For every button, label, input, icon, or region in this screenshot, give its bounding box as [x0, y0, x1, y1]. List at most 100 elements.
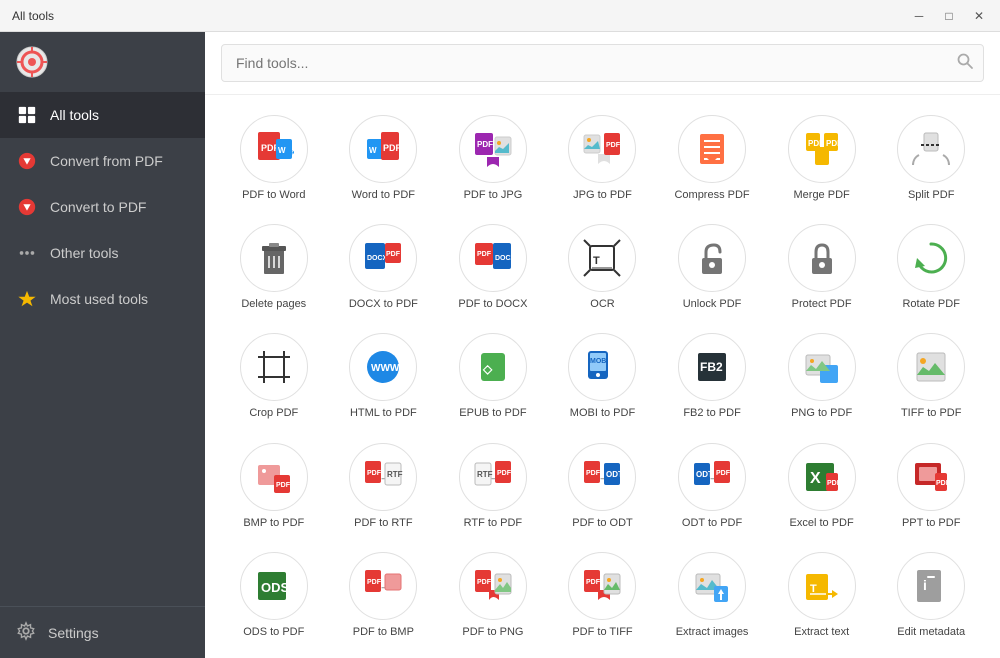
tool-label-docx-to-pdf: DOCX to PDF — [349, 298, 418, 311]
search-wrapper — [221, 44, 984, 82]
tool-item-protect-pdf[interactable]: Protect PDF — [769, 214, 875, 319]
sidebar-item-convert-to-pdf[interactable]: Convert to PDF — [0, 184, 205, 230]
sidebar-item-convert-to-pdf-label: Convert to PDF — [50, 199, 146, 215]
tool-item-tiff-to-pdf[interactable]: TIFF to PDF — [878, 323, 984, 428]
svg-text:PDF: PDF — [477, 579, 492, 586]
sidebar-item-convert-from-pdf[interactable]: Convert from PDF — [0, 138, 205, 184]
sidebar-settings-label: Settings — [48, 625, 99, 641]
tool-item-merge-pdf[interactable]: PDF PDF Merge PDF — [769, 105, 875, 210]
tool-icon-docx-to-pdf: DOCX → PDF — [349, 224, 417, 292]
tool-label-delete-pages: Delete pages — [241, 298, 306, 311]
tool-label-fb2-to-pdf: FB2 to PDF — [683, 407, 740, 420]
tool-icon-split-pdf — [897, 115, 965, 183]
tool-item-mobi-to-pdf[interactable]: MOBI MOBI to PDF — [550, 323, 656, 428]
sidebar-item-convert-from-pdf-label: Convert from PDF — [50, 153, 163, 169]
tool-item-pdf-to-png[interactable]: PDF PDF to PNG — [440, 542, 546, 647]
tool-icon-pdf-to-tiff: PDF — [568, 552, 636, 620]
tool-item-odt-to-pdf[interactable]: ODT → PDF ODT to PDF — [659, 433, 765, 538]
sidebar-item-most-used-tools[interactable]: Most used tools — [0, 276, 205, 322]
tool-item-unlock-pdf[interactable]: Unlock PDF — [659, 214, 765, 319]
svg-text:PDF: PDF — [586, 579, 601, 586]
tool-item-rtf-to-pdf[interactable]: RTF → PDF RTF to PDF — [440, 433, 546, 538]
tool-item-html-to-pdf[interactable]: WWW HTML to PDF — [331, 323, 437, 428]
sidebar-item-all-tools-label: All tools — [50, 107, 99, 123]
tool-icon-ocr: T — [568, 224, 636, 292]
tool-item-pdf-to-word[interactable]: PDF → W PDF to Word — [221, 105, 327, 210]
svg-text:PDF: PDF — [383, 143, 402, 153]
tool-item-pdf-to-docx[interactable]: PDF → DOCX PDF to DOCX — [440, 214, 546, 319]
svg-text:FB2: FB2 — [700, 360, 723, 374]
tool-item-extract-text[interactable]: T Extract text — [769, 542, 875, 647]
tool-label-pdf-to-word: PDF to Word — [242, 189, 305, 202]
sidebar-item-most-used-tools-label: Most used tools — [50, 291, 148, 307]
sidebar-item-other-tools-label: Other tools — [50, 245, 118, 261]
tool-item-crop-pdf[interactable]: Crop PDF — [221, 323, 327, 428]
tool-label-odt-to-pdf: ODT to PDF — [682, 517, 742, 530]
tool-item-extract-images[interactable]: Extract images — [659, 542, 765, 647]
svg-text:PDF: PDF — [808, 139, 824, 148]
sidebar-item-other-tools[interactable]: Other tools — [0, 230, 205, 276]
tool-item-pdf-to-odt[interactable]: PDF → ODT PDF to ODT — [550, 433, 656, 538]
convert-from-pdf-icon — [16, 150, 38, 172]
svg-text:ODS: ODS — [261, 580, 290, 595]
tool-icon-extract-images — [678, 552, 746, 620]
tool-item-png-to-pdf[interactable]: PNG to PDF — [769, 323, 875, 428]
tool-label-pdf-to-jpg: PDF to JPG — [464, 189, 523, 202]
minimize-button[interactable]: ─ — [906, 6, 932, 26]
search-input[interactable] — [221, 44, 984, 82]
tool-item-pdf-to-bmp[interactable]: PDF → PDF to BMP — [331, 542, 437, 647]
tool-label-rtf-to-pdf: RTF to PDF — [464, 517, 522, 530]
sidebar-logo — [0, 32, 205, 92]
tool-label-pdf-to-docx: PDF to DOCX — [458, 298, 527, 311]
tool-item-bmp-to-pdf[interactable]: PDF BMP to PDF — [221, 433, 327, 538]
tool-icon-odt-to-pdf: ODT → PDF — [678, 443, 746, 511]
close-button[interactable]: ✕ — [966, 6, 992, 26]
tool-item-jpg-to-pdf[interactable]: PDF JPG to PDF — [550, 105, 656, 210]
tool-icon-pdf-to-docx: PDF → DOCX — [459, 224, 527, 292]
tool-item-delete-pages[interactable]: Delete pages — [221, 214, 327, 319]
tool-icon-mobi-to-pdf: MOBI — [568, 333, 636, 401]
app-logo-icon — [16, 46, 48, 78]
tool-label-html-to-pdf: HTML to PDF — [350, 407, 417, 420]
tool-item-split-pdf[interactable]: Split PDF — [878, 105, 984, 210]
tool-item-edit-metadata[interactable]: i Edit metadata — [878, 542, 984, 647]
tool-item-ppt-to-pdf[interactable]: PDF PPT to PDF — [878, 433, 984, 538]
tool-item-pdf-to-jpg[interactable]: PDF PDF to JPG — [440, 105, 546, 210]
tool-label-mobi-to-pdf: MOBI to PDF — [570, 407, 635, 420]
tool-icon-rotate-pdf — [897, 224, 965, 292]
tool-label-ppt-to-pdf: PPT to PDF — [902, 517, 960, 530]
tool-item-ocr[interactable]: T OCR — [550, 214, 656, 319]
tool-item-compress-pdf[interactable]: Compress PDF — [659, 105, 765, 210]
tool-item-pdf-to-rtf[interactable]: PDF → RTF PDF to RTF — [331, 433, 437, 538]
tool-icon-ods-to-pdf: ODS — [240, 552, 308, 620]
svg-text:W: W — [278, 146, 286, 155]
tool-label-ocr: OCR — [590, 298, 614, 311]
tool-item-excel-to-pdf[interactable]: X PDF Excel to PDF — [769, 433, 875, 538]
tool-icon-merge-pdf: PDF PDF — [788, 115, 856, 183]
most-used-tools-icon — [16, 288, 38, 310]
tool-label-edit-metadata: Edit metadata — [897, 626, 965, 639]
tool-label-extract-text: Extract text — [794, 626, 849, 639]
tool-item-pdf-to-tiff[interactable]: PDF PDF to TIFF — [550, 542, 656, 647]
all-tools-icon — [16, 104, 38, 126]
svg-text:ODT: ODT — [606, 470, 622, 479]
tool-item-fb2-to-pdf[interactable]: FB2 FB2 to PDF — [659, 323, 765, 428]
tool-item-rotate-pdf[interactable]: Rotate PDF — [878, 214, 984, 319]
maximize-button[interactable]: □ — [936, 6, 962, 26]
svg-text:DOCX: DOCX — [495, 255, 513, 262]
svg-text:i: i — [923, 577, 927, 593]
title-bar-controls: ─ □ ✕ — [906, 6, 992, 26]
convert-to-pdf-icon — [16, 196, 38, 218]
tool-item-word-to-pdf[interactable]: W → PDF Word to PDF — [331, 105, 437, 210]
sidebar-settings[interactable]: Settings — [0, 606, 205, 658]
svg-text:PDF: PDF — [606, 142, 621, 149]
tool-item-ods-to-pdf[interactable]: ODS ODS to PDF — [221, 542, 327, 647]
sidebar-spacer — [0, 322, 205, 606]
svg-text:PDF: PDF — [936, 480, 951, 487]
svg-text:PDF: PDF — [477, 140, 493, 149]
sidebar-item-all-tools[interactable]: All tools — [0, 92, 205, 138]
svg-text:PDF: PDF — [386, 251, 401, 258]
tool-item-docx-to-pdf[interactable]: DOCX → PDF DOCX to PDF — [331, 214, 437, 319]
svg-text:◇: ◇ — [482, 362, 493, 376]
tool-item-epub-to-pdf[interactable]: ◇ EPUB to PDF — [440, 323, 546, 428]
